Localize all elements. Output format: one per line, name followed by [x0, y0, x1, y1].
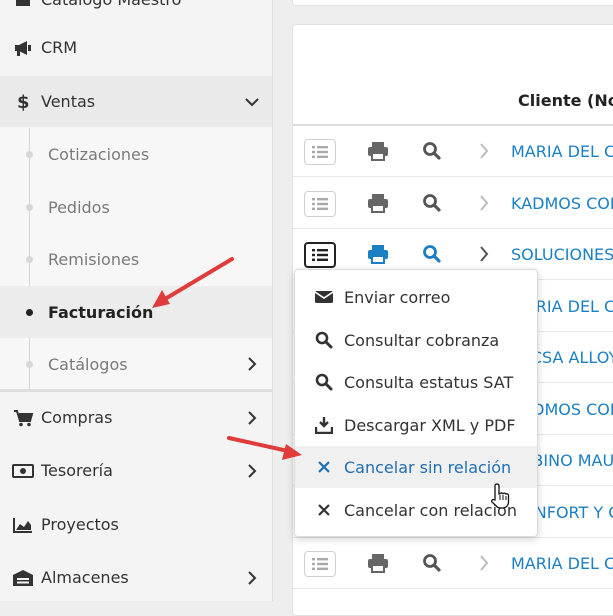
chevron-down-icon	[244, 94, 260, 110]
area-chart-icon	[11, 515, 35, 535]
submenu-item-cotizaciones[interactable]: Cotizaciones	[0, 128, 272, 180]
row-menu-button[interactable]	[304, 190, 336, 217]
submenu-item-label: Cotizaciones	[48, 144, 150, 164]
sidebar-item-label: Proyectos	[41, 515, 119, 534]
submenu-item-label: Pedidos	[48, 197, 110, 217]
chevron-right-icon[interactable]	[477, 194, 491, 212]
menu-item-label: Enviar correo	[344, 287, 451, 307]
client-link[interactable]: SOLUCIONES	[511, 245, 613, 264]
client-link[interactable]: MARIA DEL CARMEN	[511, 554, 613, 573]
print-icon[interactable]	[367, 244, 389, 264]
search-icon	[314, 331, 334, 349]
top-card	[292, 0, 613, 6]
client-link[interactable]: MARIA DEL CARMEN	[511, 142, 613, 161]
sidebar-item-almacenes[interactable]: Almacenes	[0, 552, 272, 603]
list-icon	[312, 249, 328, 261]
chevron-right-icon	[244, 410, 260, 426]
menu-item-label: Consulta estatus SAT	[344, 372, 514, 392]
table-row: MARIA DEL CARMEN	[293, 538, 613, 589]
money-icon	[11, 461, 35, 481]
megaphone-icon	[11, 38, 35, 58]
list-icon	[312, 146, 328, 158]
sidebar-item-label: Almacenes	[41, 568, 129, 587]
chevron-right-icon	[244, 356, 260, 372]
menu-item-consultar-cobranza[interactable]: Consultar cobranza	[295, 319, 537, 361]
book-icon	[11, 0, 35, 10]
annotation-arrow-icon	[227, 436, 302, 460]
bullet-icon	[26, 255, 33, 263]
chevron-right-icon	[244, 570, 260, 586]
menu-item-label: Consultar cobranza	[344, 330, 500, 350]
times-icon	[314, 458, 334, 476]
submenu-item-label: Catálogos	[48, 354, 128, 374]
menu-item-label: Descargar XML y PDF	[344, 415, 516, 435]
warehouse-icon	[11, 568, 35, 588]
svg-text:$: $	[17, 92, 30, 112]
menu-item-consulta-estatus-sat[interactable]: Consulta estatus SAT	[295, 361, 537, 403]
sidebar-item-ventas[interactable]: $ Ventas	[0, 76, 272, 127]
sidebar-item-label: Compras	[41, 408, 113, 427]
search-icon	[314, 373, 334, 391]
chevron-right-icon	[244, 463, 260, 479]
print-icon[interactable]	[367, 141, 389, 161]
submenu-item-catalogos[interactable]: Catálogos	[0, 338, 272, 390]
list-icon	[312, 558, 328, 570]
print-icon[interactable]	[367, 193, 389, 213]
row-menu-button[interactable]	[304, 242, 336, 268]
row-menu-button[interactable]	[304, 139, 336, 165]
chevron-right-icon[interactable]	[477, 142, 491, 160]
bullet-icon	[26, 150, 33, 158]
search-icon[interactable]	[421, 244, 443, 264]
bullet-icon	[26, 308, 33, 316]
list-icon	[312, 197, 328, 210]
menu-item-enviar-correo[interactable]: Enviar correo	[295, 276, 537, 318]
submenu-item-label: Remisiones	[48, 249, 140, 269]
sidebar-item-label: CRM	[41, 38, 78, 57]
chevron-right-icon[interactable]	[477, 245, 491, 263]
menu-item-descargar-xml-pdf[interactable]: Descargar XML y PDF	[295, 404, 537, 446]
hand-cursor-icon	[491, 483, 510, 509]
download-icon	[314, 416, 334, 434]
envelope-icon	[314, 288, 334, 306]
sidebar-item-crm[interactable]: CRM	[0, 22, 272, 73]
search-icon[interactable]	[421, 553, 443, 573]
sidebar-item-label: Tesorería	[41, 461, 113, 480]
row-menu-button[interactable]	[304, 551, 336, 577]
sidebar-item-label: Ventas	[41, 92, 96, 111]
cart-icon	[11, 408, 35, 428]
submenu-item-label: Facturación	[48, 302, 154, 322]
bullet-icon	[26, 203, 33, 211]
sidebar-item-label: Catálogo Maestro	[41, 0, 181, 9]
menu-item-label: Cancelar sin relación	[344, 457, 512, 477]
column-header-cliente[interactable]: Cliente (Nombre)	[518, 91, 613, 110]
table-row: KADMOS CORP	[293, 178, 613, 229]
annotation-arrow-icon	[152, 257, 234, 308]
chevron-right-icon[interactable]	[477, 554, 491, 572]
client-link[interactable]: KADMOS CORP	[511, 194, 613, 213]
bullet-icon	[26, 360, 33, 368]
times-icon	[314, 501, 334, 519]
table-row: MARIA DEL CARMEN	[293, 126, 613, 177]
search-icon[interactable]	[421, 141, 443, 161]
sidebar-item-proyectos[interactable]: Proyectos	[0, 499, 272, 550]
submenu-item-pedidos[interactable]: Pedidos	[0, 181, 272, 233]
search-icon[interactable]	[421, 193, 443, 213]
print-icon[interactable]	[367, 553, 389, 573]
dollar-icon: $	[11, 92, 35, 112]
